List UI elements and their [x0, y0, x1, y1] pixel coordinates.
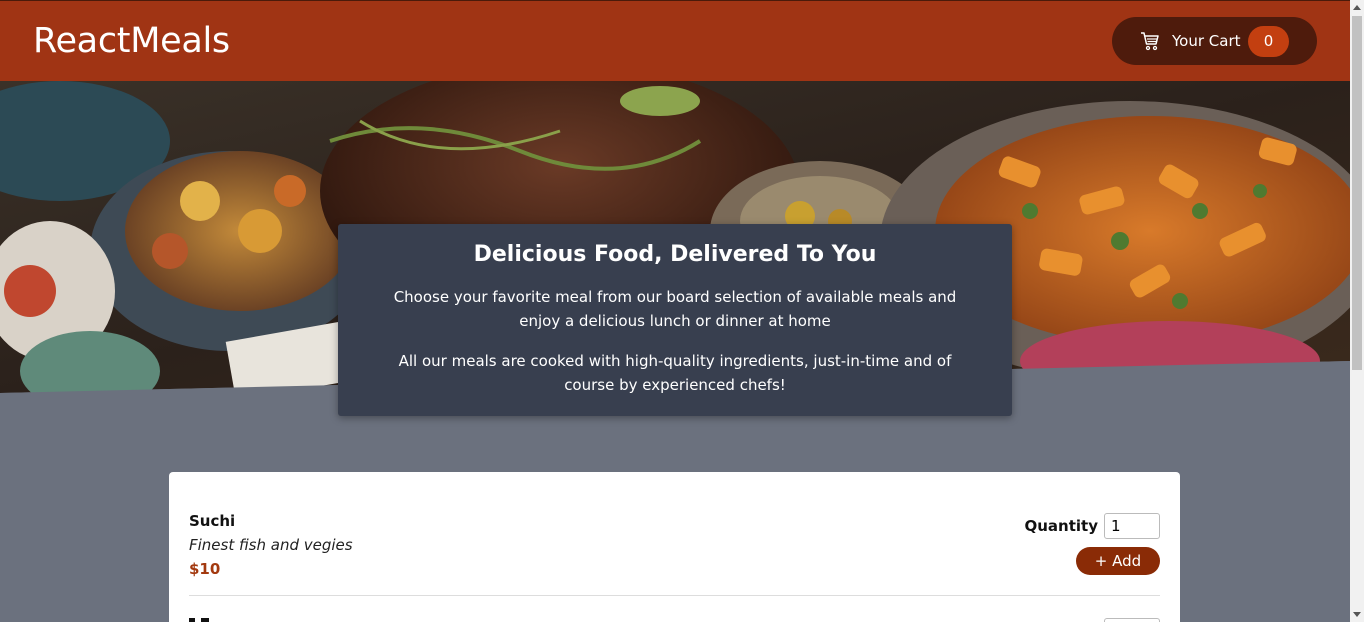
app-header: ReactMeals Your Cart 0 — [0, 0, 1350, 81]
meal-form: Quantity + Add — [1024, 512, 1160, 595]
scroll-up-arrow-icon[interactable] — [1353, 5, 1361, 10]
meal-description: Finest fish and vegies — [189, 536, 353, 554]
brand-title: ReactMeals — [33, 21, 230, 61]
meal-price: $10 — [189, 560, 221, 578]
add-button[interactable]: + Add — [1076, 547, 1160, 575]
scroll-down-arrow-icon[interactable] — [1353, 612, 1361, 617]
meal-info: Suchi Finest fish and vegies $10 — [189, 512, 353, 595]
quantity-label: Quantity — [1024, 517, 1099, 535]
scroll-thumb[interactable] — [1352, 16, 1362, 370]
cart-button[interactable]: Your Cart 0 — [1112, 17, 1317, 65]
next-meal-name-partial — [189, 618, 219, 622]
summary-paragraph-1: Choose your favorite meal from our board… — [393, 288, 957, 330]
summary-title: Delicious Food, Delivered To You — [473, 242, 877, 267]
quantity-input[interactable] — [1104, 513, 1160, 539]
quantity-row: Quantity — [1024, 513, 1160, 539]
page-scrollbar[interactable] — [1350, 0, 1364, 622]
meal-item: Suchi Finest fish and vegies $10 Quantit… — [189, 472, 1160, 596]
meal-name: Suchi — [189, 512, 236, 530]
cart-icon — [1141, 32, 1159, 51]
cart-label: Your Cart — [1172, 32, 1241, 50]
meals-list: Suchi Finest fish and vegies $10 Quantit… — [169, 472, 1180, 622]
next-quantity-input-partial[interactable] — [1104, 618, 1160, 622]
cart-count-badge: 0 — [1248, 25, 1289, 57]
summary-paragraph-2: All our meals are cooked with high-quali… — [398, 352, 952, 394]
meals-summary: Delicious Food, Delivered To You Choose … — [338, 224, 1012, 416]
